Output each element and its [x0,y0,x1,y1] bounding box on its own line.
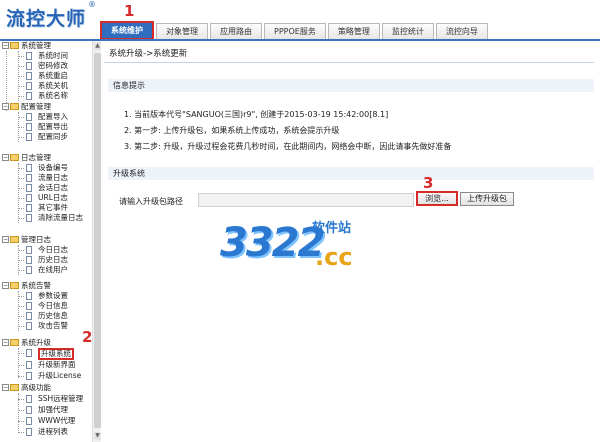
breadcrumb: 系统升级->系统更新 [109,49,188,59]
info-line-step2: 3. 第二步: 升级，升级过程会花费几秒时间，在此期间内，网络会中断，因此请事先… [124,142,452,151]
browse-button[interactable]: 浏览... [416,191,458,206]
collapse-toggle-icon[interactable]: − [2,42,9,49]
tab-object-management[interactable]: 对象管理 [156,23,208,40]
document-icon [26,246,32,254]
document-icon [26,372,32,380]
tab-flow-wizard[interactable]: 流控向导 [435,23,488,40]
folder-icon [10,103,19,110]
registered-mark: ® [88,0,96,9]
document-icon [26,292,32,300]
info-line-step1: 2. 第一步: 上传升级包，如果系统上传成功，系统会提示升级 [124,126,340,135]
scroll-down-icon[interactable]: ▼ [94,432,101,440]
watermark-number: 3322 [220,220,325,266]
tab-system-maintenance[interactable]: 系统维护 [100,21,154,40]
document-icon [26,72,32,80]
document-icon [26,123,32,131]
document-icon [26,266,32,274]
document-icon [26,395,32,403]
scroll-up-icon[interactable]: ▲ [94,42,101,50]
folder-icon [10,236,19,243]
document-icon [26,133,32,141]
annotation-step-1: 1 [124,2,135,20]
document-icon [26,312,32,320]
annotation-step-3: 3 [423,174,434,192]
folder-icon [10,154,19,161]
folder-icon [10,42,19,49]
tab-pppoe-service[interactable]: PPPOE服务 [264,23,326,40]
scroll-thumb[interactable] [94,53,101,428]
document-icon [26,194,32,202]
document-icon [26,204,32,212]
tab-policy-management[interactable]: 策略管理 [327,23,380,40]
document-icon [26,406,32,414]
document-icon [26,256,32,264]
tab-monitoring-stats[interactable]: 监控统计 [381,23,434,40]
folder-icon [10,339,19,346]
watermark-site: 软件站 [312,221,352,236]
sidebar-tree: − 系统管理 系统时间 密码修改 系统重启 系统关机 系统名称 − 配置管理 配… [0,41,92,442]
document-icon [26,184,32,192]
document-icon [26,82,32,90]
annotation-step-2: 2 [82,328,93,346]
app-logo: 流控大师 [6,8,87,30]
document-icon [26,349,32,357]
document-icon [26,428,32,436]
document-icon [26,113,32,121]
folder-icon [10,282,19,289]
collapse-toggle-icon[interactable]: − [2,103,9,110]
upload-package-button[interactable]: 上传升级包 [460,192,514,206]
collapse-toggle-icon[interactable]: − [2,339,9,346]
upgrade-path-label: 请输入升级包路径 [119,197,183,206]
document-icon [26,361,32,369]
document-icon [26,164,32,172]
collapse-toggle-icon[interactable]: − [2,236,9,243]
document-icon [26,302,32,310]
upgrade-file-input[interactable] [198,193,414,207]
app-header: 流控大师 ® 系统维护 对象管理 应用路由 PPPOE服务 策略管理 监控统计 … [0,0,600,41]
watermark-logo: 3322 软件站 .cc [220,215,420,285]
info-line-version: 1. 当前版本代号"SANGUO(三国)r9", 创建于2015-03-19 1… [124,110,389,119]
document-icon [26,52,32,60]
collapse-toggle-icon[interactable]: − [2,282,9,289]
tab-app-routing[interactable]: 应用路由 [210,23,262,40]
document-icon [26,322,32,330]
watermark-domain: .cc [315,243,353,271]
breadcrumb-divider [104,62,594,63]
folder-icon [10,384,19,391]
document-icon [26,174,32,182]
info-section-header: 信息提示 [108,79,594,92]
main-tabs: 系统维护 对象管理 应用路由 PPPOE服务 策略管理 监控统计 流控向导 [100,21,490,40]
upgrade-section-header: 升级系统 [108,167,594,180]
collapse-toggle-icon[interactable]: − [2,154,9,161]
document-icon [26,417,32,425]
document-icon [26,62,32,70]
document-icon [26,214,32,222]
collapse-toggle-icon[interactable]: − [2,384,9,391]
sidebar-scrollbar[interactable]: ▲ ▼ [92,41,101,442]
document-icon [26,92,32,100]
